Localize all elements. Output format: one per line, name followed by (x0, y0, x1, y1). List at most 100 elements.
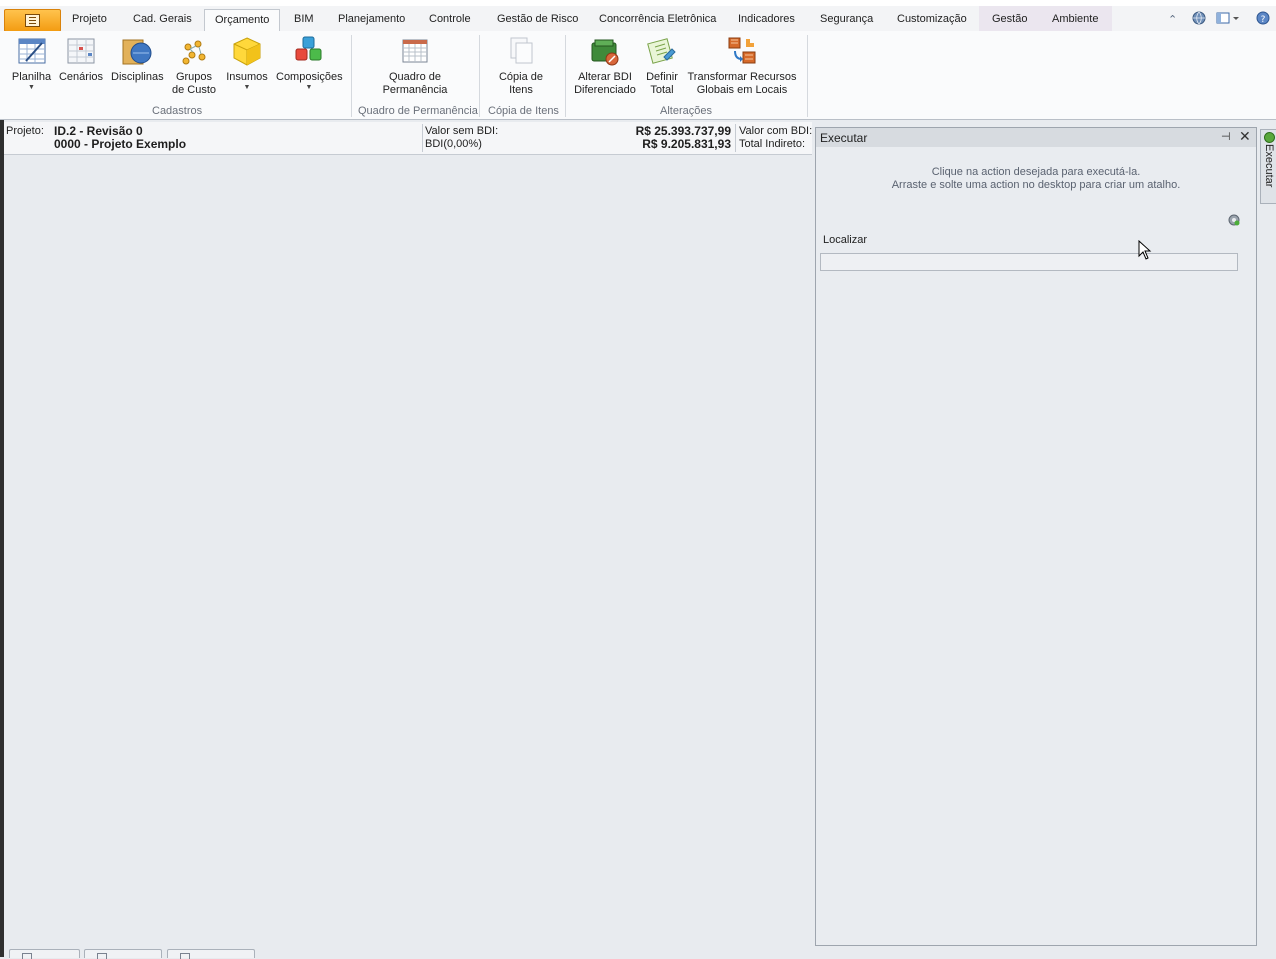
window-icon (180, 953, 190, 959)
group-label-copia: Cópia de Itens (488, 105, 559, 117)
valor-sem-bdi-label: Valor sem BDI: (425, 125, 499, 137)
gear-icon[interactable] (1227, 213, 1241, 227)
cube-icon (231, 35, 263, 67)
group-separator (479, 35, 480, 117)
tab-planejamento[interactable]: Planejamento (338, 13, 405, 25)
copia-de-itens-button[interactable]: Cópia de Itens (494, 35, 548, 97)
group-separator (807, 35, 808, 117)
planilha-label: Planilha (11, 71, 52, 83)
definir-total-button[interactable]: Definir Total (643, 35, 681, 97)
ribbon-panel: Planilha ▼ Cenários Disciplinas Grupos d… (0, 31, 1276, 120)
copy-icon (505, 35, 537, 67)
window-icon (97, 953, 107, 959)
localizar-label: Localizar (823, 234, 868, 246)
coins-icon (178, 35, 210, 67)
disciplinas-button[interactable]: Disciplinas (111, 35, 164, 84)
spreadsheet-icon (16, 35, 48, 67)
definir-label-line2: Total (650, 84, 674, 96)
hint-line-2: Arraste e solte uma action no desktop pa… (891, 179, 1181, 191)
group-separator (565, 35, 566, 117)
disciplinas-label: Disciplinas (111, 71, 164, 83)
side-tab-label: Executar (1263, 144, 1275, 188)
tab-indicadores[interactable]: Indicadores (738, 13, 795, 25)
divider (422, 124, 423, 152)
group-label-alteracoes: Alterações (660, 105, 712, 117)
project-label: Projeto: (6, 125, 44, 137)
calculator-icon (646, 35, 678, 67)
alterar-label-line2: Diferenciado (574, 84, 636, 96)
grupos-label-line2: de Custo (171, 84, 217, 96)
alterar-bdi-diferenciado-button[interactable]: Alterar BDI Diferenciado (572, 35, 638, 97)
hint-line-1: Clique na action desejada para executá-l… (931, 166, 1141, 178)
group-label-quadro: Quadro de Permanência (358, 105, 478, 117)
layout-options-icon[interactable] (1216, 11, 1240, 28)
transformar-label-line1: Transformar Recursos (687, 71, 797, 83)
desktop-workspace[interactable] (4, 155, 812, 945)
alterar-label-line1: Alterar BDI (578, 71, 632, 83)
mouse-cursor-icon (1138, 239, 1152, 263)
quadro-label-line1: Quadro de (389, 71, 441, 83)
ribbon-tab-bar: Projeto Cad. Gerais Orçamento BIM Planej… (0, 6, 1276, 32)
help-icon[interactable]: ? (1256, 11, 1270, 28)
localizar-input[interactable] (820, 253, 1238, 271)
tab-projeto[interactable]: Projeto (72, 13, 107, 25)
tab-orcamento[interactable]: Orçamento (204, 9, 281, 31)
insumos-label: Insumos (226, 71, 268, 83)
transformar-recursos-button[interactable]: Transformar Recursos Globais em Locais (686, 35, 798, 97)
tab-concorrencia-eletronica[interactable]: Concorrência Eletrônica (599, 13, 716, 25)
tab-ambiente[interactable]: Ambiente (1052, 13, 1098, 25)
group-separator (351, 35, 352, 117)
project-id: ID.2 - Revisão 0 (54, 124, 143, 138)
cenarios-button[interactable]: Cenários (58, 35, 104, 84)
globe-icon[interactable] (1192, 11, 1206, 28)
divider (735, 124, 736, 152)
tab-controle[interactable]: Controle (429, 13, 471, 25)
tab-cad-gerais[interactable]: Cad. Gerais (133, 13, 192, 25)
project-info-bar: Projeto: ID.2 - Revisão 0 0000 - Projeto… (4, 122, 812, 155)
executar-side-tab[interactable]: Executar (1260, 129, 1276, 204)
definir-label-line1: Definir (646, 71, 678, 83)
quadro-label-line2: Permanência (382, 84, 448, 96)
total-indireto-label: Total Indireto: (739, 138, 806, 150)
valor-com-bdi-label: Valor com BDI: (739, 125, 813, 137)
group-label-cadastros: Cadastros (152, 105, 203, 117)
compositions-icon (293, 35, 325, 67)
grupos-de-custo-button[interactable]: Grupos de Custo (170, 35, 218, 97)
tab-gestao-de-risco[interactable]: Gestão de Risco (497, 13, 578, 25)
tab-customizacao[interactable]: Customização (897, 13, 967, 25)
scenarios-icon (65, 35, 97, 67)
total-value: R$ 9.205.831,93 (642, 137, 731, 151)
executar-panel-header: Executar ⊣ ✕ (816, 128, 1256, 147)
composicoes-button[interactable]: Composições ▼ (276, 35, 343, 92)
svg-text:?: ? (1261, 15, 1266, 25)
insumos-button[interactable]: Insumos ▼ (224, 35, 270, 92)
application-menu-button[interactable] (4, 9, 61, 32)
tab-bim[interactable]: BIM (294, 13, 314, 25)
executar-panel: Executar ⊣ ✕ Clique na action desejada p… (815, 127, 1257, 946)
table-grid-icon (399, 35, 431, 67)
transform-resources-icon (726, 35, 758, 67)
quadro-de-permanencia-button[interactable]: Quadro de Permanência (376, 35, 454, 97)
executar-icon (1264, 132, 1275, 143)
window-icon (22, 953, 32, 959)
close-icon[interactable]: ✕ (1239, 128, 1251, 145)
panel-title: Executar (820, 131, 868, 145)
transformar-label-line2: Globais em Locais (696, 84, 788, 96)
menu-icon (25, 14, 40, 27)
tab-seguranca[interactable]: Segurança (820, 13, 873, 25)
cenarios-label: Cenários (58, 71, 104, 83)
tab-gestao[interactable]: Gestão (992, 13, 1027, 25)
collapse-ribbon-icon[interactable]: ⌃ (1168, 13, 1177, 26)
copia-label-line1: Cópia de (498, 71, 544, 83)
pin-icon[interactable]: ⊣ (1221, 130, 1231, 143)
planilha-button[interactable]: Planilha ▼ (9, 35, 54, 92)
valor-sem-bdi-value: R$ 25.393.737,99 (635, 124, 731, 138)
composicoes-label: Composições (276, 71, 343, 83)
grupos-label-line1: Grupos (175, 71, 213, 83)
dropdown-arrow-icon: ▼ (243, 84, 251, 91)
copia-label-line2: Itens (509, 84, 533, 96)
money-edit-icon (589, 35, 621, 67)
dropdown-arrow-icon: ▼ (28, 84, 35, 91)
disciplines-icon (121, 35, 153, 67)
bdi-label: BDI(0,00%) (425, 138, 482, 150)
